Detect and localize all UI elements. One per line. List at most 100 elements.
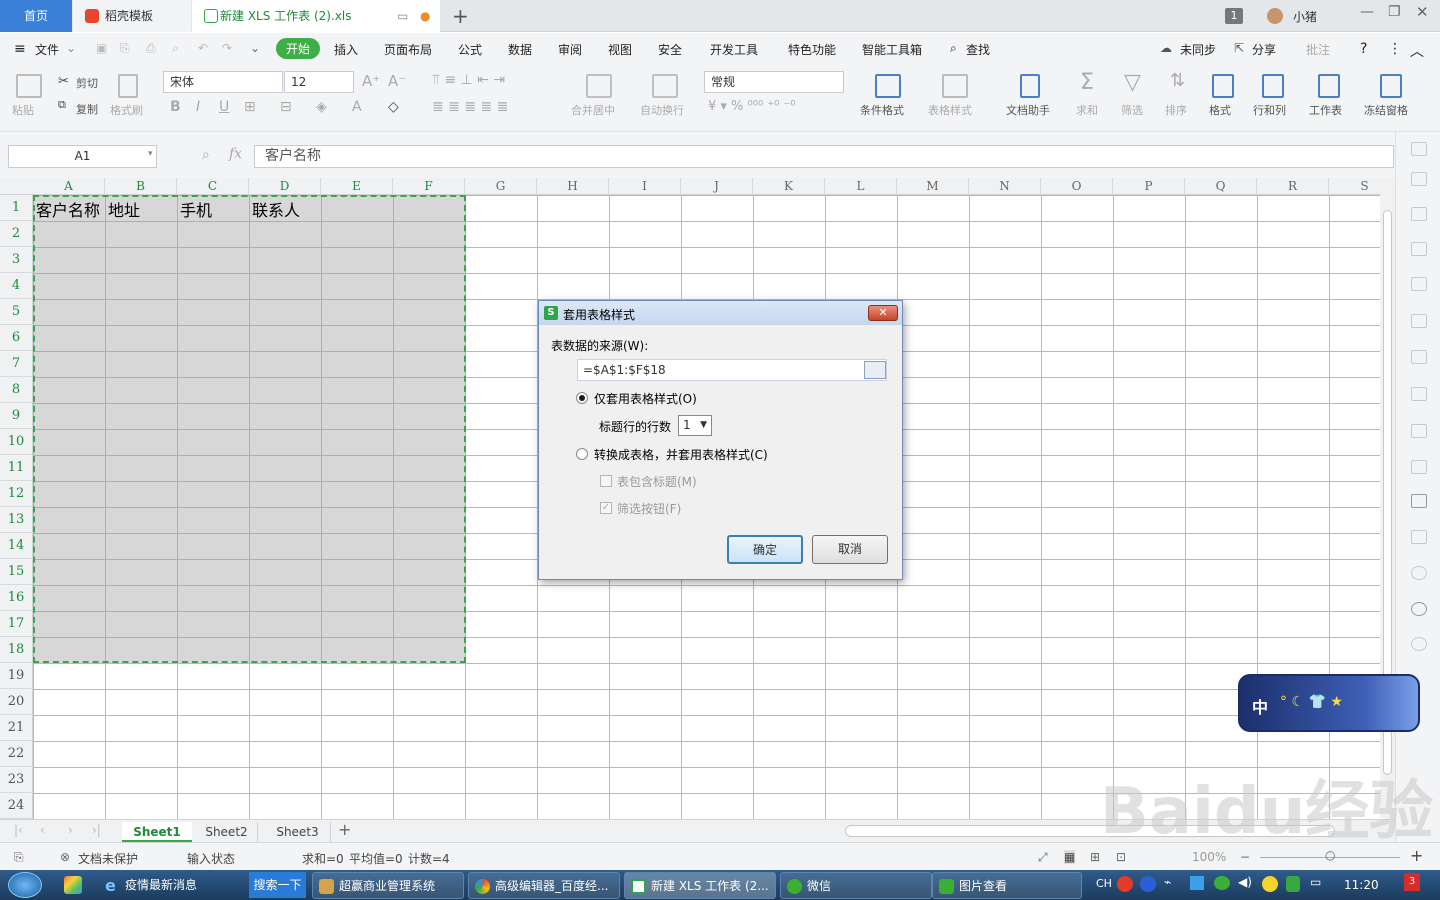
sidebar-icon[interactable] xyxy=(1411,277,1427,291)
menu-security[interactable]: 安全 xyxy=(658,41,682,58)
align-top-icon[interactable]: ⫪ ≡ ⊥ ⇤ ⇥ xyxy=(432,72,505,88)
sidebar-icon[interactable] xyxy=(1411,242,1427,256)
more-icon[interactable]: ⌄ xyxy=(250,41,260,55)
row-header[interactable]: 12 xyxy=(0,481,33,507)
sheet-tab-2[interactable]: Sheet2 xyxy=(196,822,258,842)
tab-home[interactable]: 首页 xyxy=(0,0,72,32)
zoom-out-icon[interactable]: − xyxy=(1240,850,1250,864)
taskbar-item-active[interactable]: 新建 XLS 工作表 (2... xyxy=(624,872,776,899)
sync-status[interactable]: 未同步 xyxy=(1180,41,1216,58)
column-header[interactable]: I xyxy=(609,178,681,195)
formula-input[interactable]: 客户名称 xyxy=(254,145,1394,168)
format-painter-icon[interactable] xyxy=(118,74,138,98)
monitor-tray-icon[interactable]: ▭ xyxy=(1310,875,1321,889)
header-rows-select[interactable]: 1 ▼ xyxy=(678,415,712,436)
conditional-format-button[interactable]: 条件格式 xyxy=(860,102,904,118)
underline-icon[interactable]: U xyxy=(219,99,229,115)
restore-icon[interactable]: ❐ xyxy=(1388,4,1401,20)
name-box[interactable]: A1 xyxy=(8,145,157,168)
menu-developer[interactable]: 开发工具 xyxy=(710,41,758,58)
cube-tray-icon[interactable] xyxy=(1190,876,1204,890)
sheet-tab-3[interactable]: Sheet3 xyxy=(265,822,331,842)
menu-find[interactable]: 查找 xyxy=(966,41,990,58)
row-header[interactable]: 9 xyxy=(0,403,33,429)
column-header[interactable]: E xyxy=(321,178,393,195)
cell-d1[interactable]: 联系人 xyxy=(252,197,300,221)
taskbar-item[interactable]: e 疫情最新消息 xyxy=(99,872,247,899)
freeze-panes-icon[interactable] xyxy=(1380,74,1402,98)
column-header[interactable]: D xyxy=(249,178,321,195)
conditional-format-icon[interactable] xyxy=(875,74,901,98)
column-header[interactable]: P xyxy=(1113,178,1185,195)
row-header[interactable]: 17 xyxy=(0,611,33,637)
worksheet-icon[interactable] xyxy=(1318,74,1340,98)
user-name[interactable]: 小猪 xyxy=(1293,8,1317,25)
tray-icon[interactable] xyxy=(1262,876,1278,892)
row-header[interactable]: 1 xyxy=(0,195,33,221)
sidebar-icon[interactable] xyxy=(1411,424,1427,438)
history-icon[interactable] xyxy=(1411,602,1427,616)
font-size-select[interactable]: 12 xyxy=(284,71,354,93)
sort-icon[interactable]: ⇅ xyxy=(1170,70,1185,91)
fx-icon[interactable]: fx xyxy=(229,146,242,162)
decrease-font-icon[interactable]: A⁻ xyxy=(388,72,406,90)
next-sheet-icon[interactable]: › xyxy=(68,823,73,837)
sidebar-icon[interactable] xyxy=(1411,314,1427,328)
row-header[interactable]: 11 xyxy=(0,455,33,481)
copy-button[interactable]: 复制 xyxy=(76,101,98,117)
column-header[interactable]: R xyxy=(1257,178,1329,195)
cell-a1[interactable]: 客户名称 xyxy=(36,197,100,221)
sidebar-icon[interactable] xyxy=(1411,494,1427,508)
security-tray-icon[interactable] xyxy=(1286,876,1300,892)
row-header[interactable]: 20 xyxy=(0,689,33,715)
doc-assistant-button[interactable]: 文档助手 xyxy=(1006,102,1050,118)
taskbar-item[interactable]: 图片查看 xyxy=(932,872,1082,899)
taskbar-item[interactable]: 高级编辑器_百度经... xyxy=(468,872,620,899)
italic-icon[interactable]: I xyxy=(196,99,200,115)
row-header[interactable]: 23 xyxy=(0,767,33,793)
wrap-text-icon[interactable] xyxy=(652,74,678,98)
prev-sheet-icon[interactable]: ‹ xyxy=(40,823,45,837)
menu-smart-toolbox[interactable]: 智能工具箱 xyxy=(862,41,922,58)
radio-style-only[interactable] xyxy=(576,392,588,404)
undo-icon[interactable]: ↶ xyxy=(198,41,208,55)
first-sheet-icon[interactable]: |‹ xyxy=(14,823,23,837)
row-header[interactable]: 14 xyxy=(0,533,33,559)
preview-icon[interactable]: ⌕ xyxy=(172,41,179,56)
ok-button[interactable]: 确定 xyxy=(727,535,803,564)
save-icon[interactable]: ▣ xyxy=(96,41,107,55)
tab-document[interactable]: 新建 XLS 工作表 (2).xls ▭ ● xyxy=(192,0,440,32)
row-header[interactable]: 5 xyxy=(0,299,33,325)
increase-font-icon[interactable]: A⁺ xyxy=(362,72,380,90)
filter-button[interactable]: 筛选 xyxy=(1121,102,1143,118)
row-header[interactable]: 7 xyxy=(0,351,33,377)
paste-label[interactable]: 粘贴 xyxy=(12,102,34,118)
print-icon[interactable]: ⎙ xyxy=(146,41,156,56)
clock[interactable]: 11:20 xyxy=(1344,878,1379,892)
taskbar-item[interactable]: 超赢商业管理系统 xyxy=(312,872,464,899)
column-header[interactable]: G xyxy=(465,178,537,195)
menu-data[interactable]: 数据 xyxy=(508,41,532,58)
help-tray-icon[interactable] xyxy=(1140,876,1156,892)
app-icon[interactable] xyxy=(64,876,82,894)
export-icon[interactable]: ⎘ xyxy=(120,41,130,56)
table-style-icon[interactable] xyxy=(942,74,968,98)
row-col-button[interactable]: 行和列 xyxy=(1253,102,1286,118)
row-header[interactable]: 8 xyxy=(0,377,33,403)
row-header[interactable]: 24 xyxy=(0,793,33,819)
help-icon[interactable]: ? xyxy=(1360,41,1367,57)
menu-page-layout[interactable]: 页面布局 xyxy=(384,41,432,58)
sidebar-icon[interactable] xyxy=(1411,142,1427,156)
row-header[interactable]: 10 xyxy=(0,429,33,455)
row-header[interactable]: 6 xyxy=(0,325,33,351)
dialog-close-button[interactable]: ✕ xyxy=(868,305,898,321)
merge-center-button[interactable]: 合并居中 xyxy=(571,102,615,118)
more-vertical-icon[interactable]: ⋮ xyxy=(1388,41,1402,57)
cell-c1[interactable]: 手机 xyxy=(180,197,212,221)
sidebar-icon[interactable] xyxy=(1411,460,1427,474)
sidebar-icon[interactable] xyxy=(1411,172,1427,186)
sheet-tab-1[interactable]: Sheet1 xyxy=(122,822,192,842)
chevron-down-icon[interactable]: ⌄ xyxy=(66,41,76,55)
column-header[interactable]: M xyxy=(897,178,969,195)
menu-review[interactable]: 审阅 xyxy=(558,41,582,58)
